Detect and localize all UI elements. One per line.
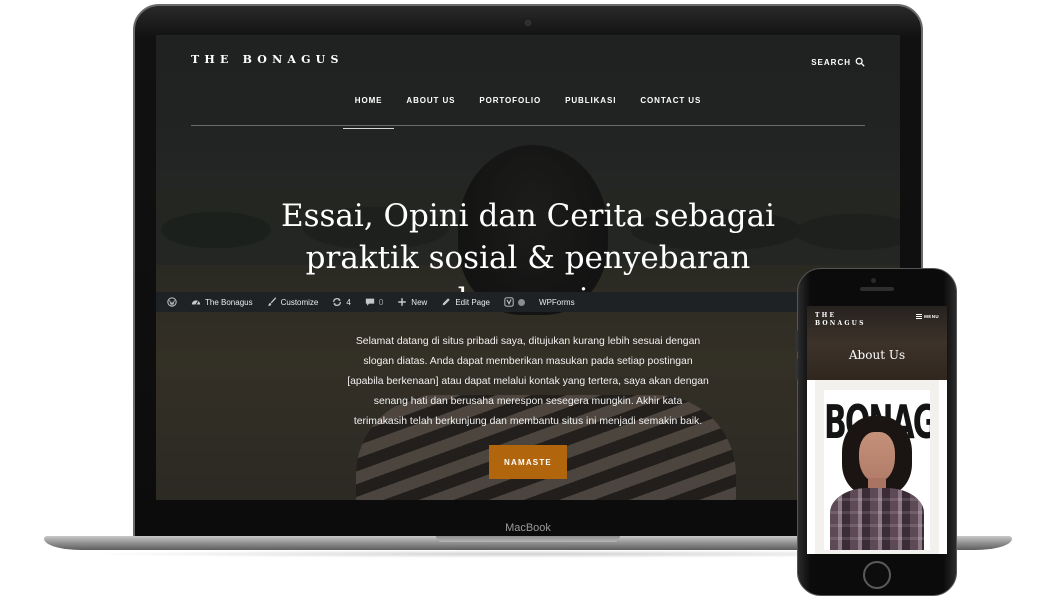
- site-name-label: The Bonagus: [205, 297, 253, 307]
- menu-icon: [916, 314, 923, 319]
- mobile-menu-label: MENU: [924, 314, 939, 319]
- mobile-menu-button[interactable]: MENU: [916, 314, 939, 319]
- portrait-shirt: [830, 488, 924, 550]
- poster: BONAGUS: [824, 390, 930, 550]
- nav-divider: [191, 125, 865, 126]
- wp-admin-bar: The Bonagus Customize 4 0 New Edit Page …: [156, 292, 900, 312]
- edit-page-link[interactable]: Edit Page: [434, 297, 497, 307]
- nav-about-us[interactable]: ABOUT US: [394, 96, 467, 105]
- profile-illustration: BONAGUS: [815, 380, 939, 554]
- pencil-icon: [442, 298, 451, 306]
- new-content-link[interactable]: New: [390, 297, 434, 307]
- desktop-screen: THE BONAGUS SEARCH HOME ABOUT US PORTOFO…: [156, 35, 900, 500]
- comment-icon: [365, 298, 375, 306]
- site-name-link[interactable]: The Bonagus: [184, 297, 260, 307]
- nav-home[interactable]: HOME: [342, 96, 395, 129]
- comments-count: 0: [378, 297, 384, 307]
- updates-link[interactable]: 4: [325, 297, 357, 307]
- laptop-brand-label: MacBook: [505, 522, 551, 534]
- updates-count: 4: [346, 297, 351, 307]
- wordpress-icon: [167, 297, 177, 307]
- edit-page-label: Edit Page: [455, 297, 491, 307]
- yoast-icon: [504, 297, 514, 307]
- laptop-hinge-notch: [436, 536, 620, 542]
- phone-side-button: [795, 330, 798, 352]
- search-label: SEARCH: [811, 57, 851, 67]
- updates-icon: [333, 298, 342, 306]
- phone-camera: [871, 278, 876, 283]
- comments-link[interactable]: 0: [358, 297, 390, 307]
- search-button[interactable]: SEARCH: [811, 57, 865, 67]
- mobile-site-title[interactable]: THE BONAGUS: [815, 312, 871, 328]
- new-label: New: [411, 297, 428, 307]
- wpforms-link[interactable]: WPForms: [532, 298, 582, 307]
- brush-icon: [267, 297, 276, 307]
- phone-speaker: [860, 287, 894, 291]
- main-nav: HOME ABOUT US PORTOFOLIO PUBLIKASI CONTA…: [156, 96, 900, 129]
- mobile-screen: THE BONAGUS MENU About Us BONAGUS: [807, 306, 947, 554]
- customize-link[interactable]: Customize: [260, 297, 326, 307]
- dashboard-icon: [191, 300, 201, 305]
- phone-side-button: [795, 358, 798, 380]
- laptop-camera: [525, 20, 531, 26]
- wpforms-label: WPForms: [539, 297, 575, 307]
- mobile-page-heading: About Us: [848, 348, 906, 362]
- wordpress-menu[interactable]: [160, 297, 184, 307]
- nav-portofolio[interactable]: PORTOFOLIO: [467, 96, 553, 105]
- site-title[interactable]: THE BONAGUS: [191, 53, 344, 66]
- nav-contact-us[interactable]: CONTACT US: [628, 96, 713, 105]
- yoast-menu[interactable]: [497, 297, 532, 307]
- hero-description: Selamat datang di situs pribadi saya, di…: [347, 336, 709, 427]
- search-icon: [855, 57, 865, 67]
- portrait-face: [859, 432, 895, 482]
- nav-publikasi[interactable]: PUBLIKASI: [553, 96, 628, 105]
- plus-icon: [398, 298, 407, 306]
- phone-home-button: [863, 561, 891, 589]
- namaste-button[interactable]: NAMASTE: [489, 445, 567, 479]
- customize-label: Customize: [280, 297, 319, 307]
- status-dot-icon: [518, 298, 526, 306]
